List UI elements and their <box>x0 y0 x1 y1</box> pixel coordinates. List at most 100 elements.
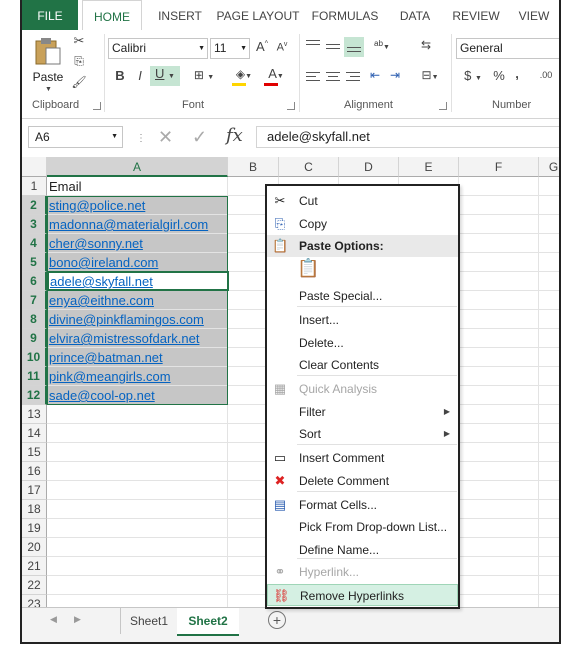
bold-button[interactable]: B <box>112 68 128 83</box>
cell-f13[interactable] <box>459 405 539 424</box>
cell-a21[interactable] <box>47 557 228 576</box>
menu-item-clear-contents[interactable]: Clear Contents <box>267 354 458 376</box>
cell-g21[interactable] <box>539 557 559 576</box>
row-header-11[interactable]: 11 <box>22 367 47 386</box>
row-header-6[interactable]: 6 <box>22 272 47 291</box>
cell-f6[interactable] <box>459 272 539 291</box>
menu-item-copy[interactable]: ⎘ Copy <box>267 213 458 235</box>
paste-button[interactable]: Paste ▼ <box>30 34 66 93</box>
fill-color-icon[interactable]: ◈▼ <box>230 66 258 86</box>
menu-item-insert-comment[interactable]: ▭ Insert Comment <box>267 447 458 469</box>
column-header-c[interactable]: C <box>279 157 339 177</box>
cancel-icon[interactable]: ✕ <box>158 127 173 148</box>
cell-a20[interactable] <box>47 538 228 557</box>
row-header-21[interactable]: 21 <box>22 557 47 576</box>
font-size-box[interactable]: 11 ▼ <box>210 38 250 59</box>
format-painter-icon[interactable]: 🖌 <box>70 75 88 89</box>
clipboard-launcher-icon[interactable] <box>93 102 101 110</box>
underline-button[interactable]: U ▼ <box>150 66 180 86</box>
cell-g16[interactable] <box>539 462 559 481</box>
tab-review[interactable]: REVIEW <box>446 0 506 30</box>
scroll-right-icon[interactable]: ▶ <box>74 614 81 625</box>
cell-f10[interactable] <box>459 348 539 367</box>
decrease-indent-icon[interactable]: ⇤ <box>366 68 384 82</box>
cell-f22[interactable] <box>459 576 539 595</box>
tab-file[interactable]: FILE <box>22 0 78 30</box>
cell-g14[interactable] <box>539 424 559 443</box>
cell-f17[interactable] <box>459 481 539 500</box>
top-align-icon[interactable] <box>306 40 322 54</box>
menu-item-hyperlink[interactable]: ⚭ Hyperlink... <box>267 561 458 583</box>
cell-f3[interactable] <box>459 215 539 234</box>
select-all-corner[interactable] <box>22 157 47 177</box>
middle-align-icon[interactable] <box>326 40 342 54</box>
wrap-text-icon[interactable]: ⇆ <box>418 38 434 52</box>
cell-f21[interactable] <box>459 557 539 576</box>
new-sheet-icon[interactable]: + <box>268 611 286 629</box>
tab-data[interactable]: DATA <box>390 0 440 30</box>
tab-home[interactable]: HOME <box>82 0 142 31</box>
align-right-icon[interactable] <box>346 72 362 84</box>
cell-g10[interactable] <box>539 348 559 367</box>
menu-item-format-cells[interactable]: ▤ Format Cells... <box>267 494 458 516</box>
orientation-icon[interactable]: ᵃᵇ▼ <box>368 38 396 52</box>
copy-icon[interactable]: ⎘ <box>70 54 88 69</box>
row-header-13[interactable]: 13 <box>22 405 47 424</box>
menu-item-delete[interactable]: Delete... <box>267 332 458 354</box>
cell-g13[interactable] <box>539 405 559 424</box>
row-header-1[interactable]: 1 <box>22 177 47 196</box>
cell-g1[interactable] <box>539 177 559 196</box>
menu-item-filter[interactable]: Filter ▶ <box>267 401 458 423</box>
cell-f9[interactable] <box>459 329 539 348</box>
row-header-17[interactable]: 17 <box>22 481 47 500</box>
cell-f8[interactable] <box>459 310 539 329</box>
cell-g15[interactable] <box>539 443 559 462</box>
menu-item-remove-hyperlinks[interactable]: ⛓ Remove Hyperlinks <box>267 584 458 606</box>
cell-a17[interactable] <box>47 481 228 500</box>
cell-g4[interactable] <box>539 234 559 253</box>
name-box[interactable]: A6 ▼ <box>28 126 123 148</box>
font-launcher-icon[interactable] <box>287 102 295 110</box>
cell-g6[interactable] <box>539 272 559 291</box>
row-header-12[interactable]: 12 <box>22 386 47 405</box>
cell-g7[interactable] <box>539 291 559 310</box>
cell-f7[interactable] <box>459 291 539 310</box>
row-header-9[interactable]: 9 <box>22 329 47 348</box>
borders-icon[interactable]: ⊞ ▼ <box>190 68 218 82</box>
cell-f4[interactable] <box>459 234 539 253</box>
menu-item-pick-from-drop-down-list[interactable]: Pick From Drop-down List... <box>267 516 458 538</box>
enter-icon[interactable]: ✓ <box>192 127 207 148</box>
number-format-box[interactable]: General <box>456 38 559 59</box>
cell-f18[interactable] <box>459 500 539 519</box>
cell-g12[interactable] <box>539 386 559 405</box>
menu-item-sort[interactable]: Sort ▶ <box>267 423 458 445</box>
cell-a15[interactable] <box>47 443 228 462</box>
cell-a18[interactable] <box>47 500 228 519</box>
tab-formulas[interactable]: FORMULAS <box>308 0 382 30</box>
merge-center-icon[interactable]: ⊟▼ <box>416 68 444 82</box>
cell-a22[interactable] <box>47 576 228 595</box>
cell-g2[interactable] <box>539 196 559 215</box>
cell-f19[interactable] <box>459 519 539 538</box>
row-header-4[interactable]: 4 <box>22 234 47 253</box>
cell-f14[interactable] <box>459 424 539 443</box>
sheet-tab-sheet1[interactable]: Sheet1 <box>120 608 178 634</box>
column-header-g[interactable]: G <box>539 157 559 177</box>
percent-button[interactable]: % <box>492 68 506 83</box>
column-header-f[interactable]: F <box>459 157 539 177</box>
row-header-19[interactable]: 19 <box>22 519 47 538</box>
column-header-b[interactable]: B <box>228 157 279 177</box>
menu-item-paste-values[interactable]: 📋 <box>267 256 458 284</box>
font-name-box[interactable]: Calibri ▼ <box>108 38 208 59</box>
sheet-tab-sheet2[interactable]: Sheet2 <box>177 608 239 636</box>
row-header-14[interactable]: 14 <box>22 424 47 443</box>
cut-icon[interactable]: ✂ <box>70 33 88 49</box>
cell-f1[interactable] <box>459 177 539 196</box>
cell-g19[interactable] <box>539 519 559 538</box>
cell-a1[interactable]: Email <box>47 177 228 196</box>
active-cell[interactable]: adele@skyfall.net <box>47 271 229 291</box>
currency-button[interactable]: $ ▼ <box>460 68 486 83</box>
tab-insert[interactable]: INSERT <box>150 0 210 30</box>
cell-g17[interactable] <box>539 481 559 500</box>
cell-g8[interactable] <box>539 310 559 329</box>
